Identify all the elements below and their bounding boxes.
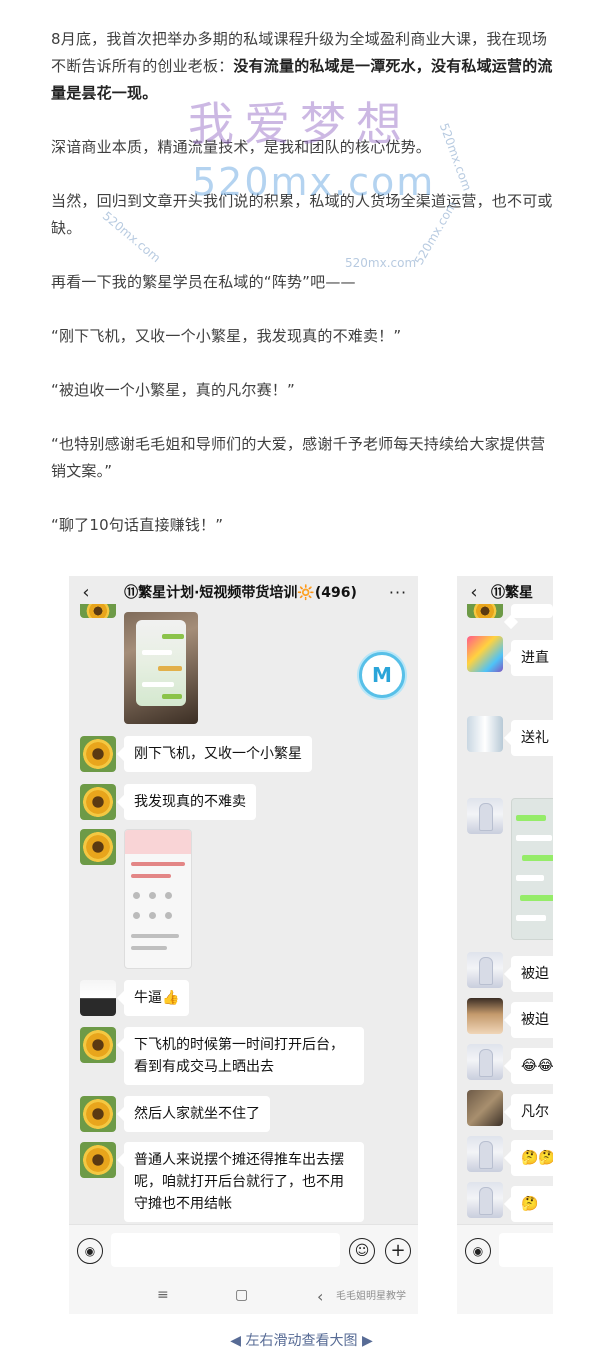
swipe-caption: ◀ 左右滑动查看大图 ▶: [230, 1333, 373, 1349]
avatar[interactable]: [80, 1142, 116, 1178]
avatar[interactable]: [80, 980, 116, 1016]
message-bubble[interactable]: 😂😂: [511, 1048, 553, 1084]
avatar[interactable]: [467, 1136, 503, 1172]
group-title: ⑪繁星计划·短视频带货培训🔆(496): [124, 585, 357, 601]
chat-screenshot-2[interactable]: ‹ ⑪繁星 进直 送礼 被迫 被迫 😂😂 凡尔 🤔🤔 🤔 ◉: [457, 576, 553, 1314]
avatar[interactable]: [467, 952, 503, 988]
message-bubble[interactable]: 凡尔: [511, 1094, 553, 1130]
emoji-icon[interactable]: ☺: [349, 1238, 375, 1264]
plus-icon[interactable]: +: [385, 1238, 411, 1264]
screenshot-gallery[interactable]: ‹ ⑪繁星计划·短视频带货培训🔆(496) ··· M 刚下飞机，又收一个小繁星…: [0, 560, 603, 1330]
avatar[interactable]: [467, 1182, 503, 1218]
message-line: 下飞机的时候第一时间打开后台，: [134, 1037, 344, 1053]
message-bubble[interactable]: 送礼: [511, 720, 553, 756]
message-bubble[interactable]: 下飞机的时候第一时间打开后台， 看到有成交马上晒出去: [124, 1027, 364, 1085]
message-line: 守摊也不用结帐: [134, 1196, 232, 1212]
chat-screenshot-1[interactable]: ‹ ⑪繁星计划·短视频带货培训🔆(496) ··· M 刚下飞机，又收一个小繁星…: [69, 576, 418, 1314]
message-bubble[interactable]: [511, 604, 553, 618]
avatar[interactable]: [467, 604, 503, 618]
avatar[interactable]: [467, 716, 503, 752]
avatar[interactable]: [467, 998, 503, 1034]
message-bubble[interactable]: 然后人家就坐不住了: [124, 1096, 270, 1132]
avatar[interactable]: [80, 604, 116, 618]
message-bubble[interactable]: 我发现真的不难卖: [124, 784, 256, 820]
image-message[interactable]: [511, 798, 553, 940]
article-body: 8月底，我首次把举办多期的私域课程升级为全域盈利商业大课，我在现场不断告诉所有的…: [51, 26, 554, 566]
chat-input-bar: ◉: [457, 1224, 553, 1314]
message-bubble[interactable]: 普通人来说摆个摊还得推车出去摆 呢，咱就打开后台就行了，也不用 守摊也不用结帐: [124, 1142, 364, 1222]
voice-icon[interactable]: ◉: [465, 1238, 491, 1264]
paragraph-3: 当然，回归到文章开头我们说的积累，私域的人货场全渠道运营，也不可或缺。: [51, 192, 553, 237]
message-bubble[interactable]: 🤔🤔: [511, 1140, 553, 1176]
avatar[interactable]: [80, 829, 116, 865]
back-icon[interactable]: ‹: [69, 582, 103, 603]
message-line: 普通人来说摆个摊还得推车出去摆: [134, 1152, 344, 1168]
avatar[interactable]: [467, 798, 503, 834]
android-nav-bar: ≡ ▢ ‹ 毛毛姐明星教学: [69, 1283, 418, 1311]
avatar[interactable]: [467, 1044, 503, 1080]
back-nav-icon[interactable]: ‹: [317, 1287, 323, 1306]
message-line: 看到有成交马上晒出去: [134, 1059, 274, 1075]
back-icon[interactable]: ‹: [457, 582, 491, 603]
group-title: ⑪繁星: [491, 585, 533, 601]
chat-input-bar: ◉ ☺ + ≡ ▢ ‹ 毛毛姐明星教学: [69, 1224, 418, 1314]
message-input[interactable]: [111, 1233, 340, 1267]
avatar[interactable]: [80, 736, 116, 772]
message-line: 呢，咱就打开后台就行了，也不用: [134, 1174, 344, 1190]
paragraph-1: 8月底，我首次把举办多期的私域课程升级为全域盈利商业大课，我在现场不断告诉所有的…: [51, 26, 554, 107]
paragraph-2: 深谙商业本质，精通流量技术，是我和团队的核心优势。: [51, 138, 432, 156]
message-bubble[interactable]: 牛逼👍: [124, 980, 190, 1016]
quote-4: “聊了10句话直接赚钱！”: [51, 516, 224, 534]
message-bubble[interactable]: 被迫: [511, 1002, 553, 1038]
quote-1: “刚下飞机，又收一个小繁星，我发现真的不难卖！”: [51, 327, 402, 345]
voice-icon[interactable]: ◉: [77, 1238, 103, 1264]
floating-logo-icon[interactable]: M: [359, 652, 405, 698]
avatar[interactable]: [467, 636, 503, 672]
menu-icon[interactable]: ≡: [157, 1287, 169, 1303]
avatar[interactable]: [80, 784, 116, 820]
paragraph-4: 再看一下我的繁星学员在私域的“阵势”吧——: [51, 273, 356, 291]
message-input[interactable]: [499, 1233, 553, 1267]
message-bubble[interactable]: 被迫: [511, 956, 553, 992]
quote-3: “也特别感谢毛毛姐和导师们的大爱，感谢千予老师每天持续给大家提供营销文案。”: [51, 435, 546, 480]
home-icon[interactable]: ▢: [235, 1287, 248, 1303]
avatar[interactable]: [80, 1096, 116, 1132]
source-credit: 毛毛姐明星教学: [336, 1291, 406, 1302]
image-message[interactable]: [124, 612, 198, 724]
chat-header: ‹ ⑪繁星计划·短视频带货培训🔆(496) ···: [69, 576, 418, 608]
avatar[interactable]: [80, 1027, 116, 1063]
quote-2: “被迫收一个小繁星，真的凡尔赛！”: [51, 381, 295, 399]
message-bubble[interactable]: 刚下飞机，又收一个小繁星: [124, 736, 312, 772]
more-icon[interactable]: ···: [378, 583, 418, 602]
message-bubble[interactable]: 🤔: [511, 1186, 553, 1222]
avatar[interactable]: [467, 1090, 503, 1126]
message-bubble[interactable]: 进直: [511, 640, 553, 676]
image-message[interactable]: [124, 829, 192, 969]
